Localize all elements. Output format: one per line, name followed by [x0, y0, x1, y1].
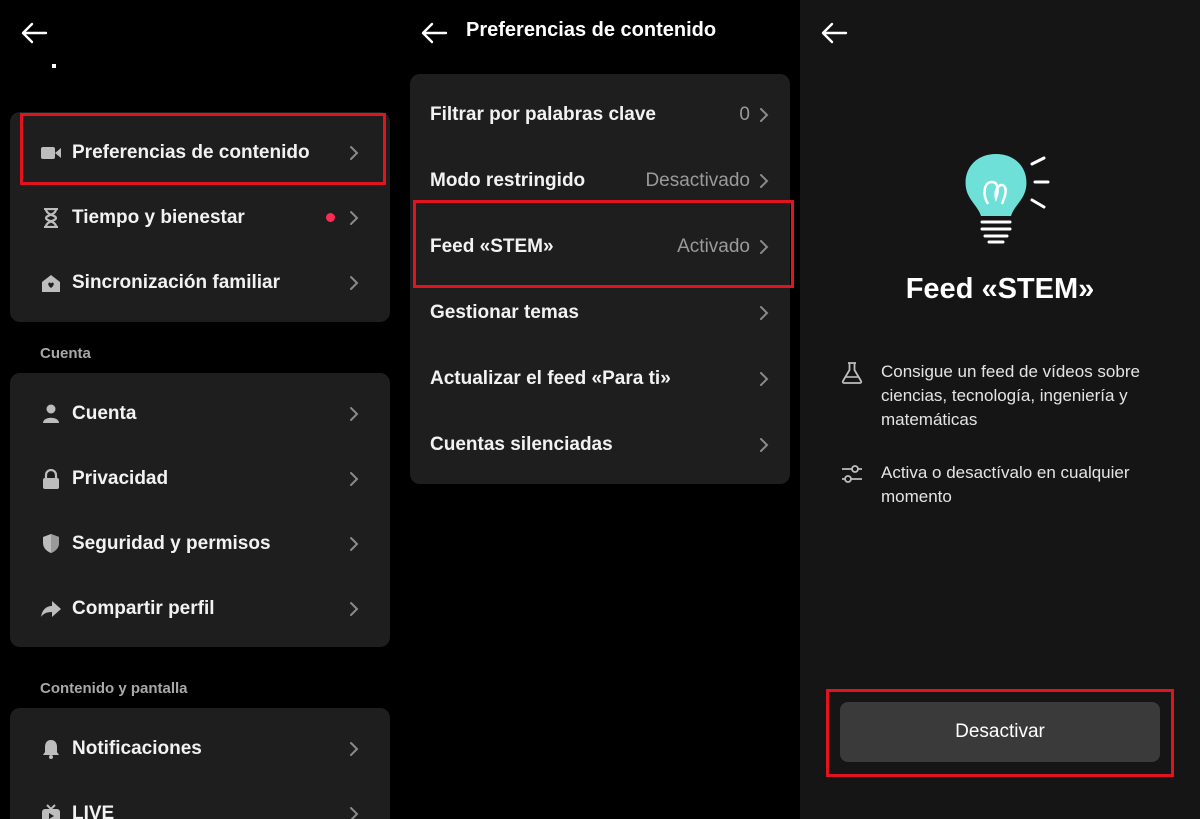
chevron-right-icon — [760, 438, 769, 452]
menu-item-account[interactable]: Cuenta — [10, 381, 390, 446]
menu-item-label: Seguridad y permisos — [72, 532, 271, 554]
menu-item-restricted-mode[interactable]: Modo restringido Desactivado — [410, 148, 790, 214]
menu-item-label: Tiempo y bienestar — [72, 206, 245, 228]
hourglass-icon — [40, 207, 62, 229]
lock-icon — [40, 468, 62, 490]
menu-item-value: 0 — [739, 104, 750, 125]
menu-item-label: Notificaciones — [72, 737, 202, 759]
tv-icon — [40, 803, 62, 819]
menu-item-label: Sincronización familiar — [72, 271, 280, 293]
menu-item-value: Desactivado — [645, 170, 750, 191]
menu-item-manage-topics[interactable]: Gestionar temas — [410, 280, 790, 346]
menu-item-muted-accounts[interactable]: Cuentas silenciadas — [410, 412, 790, 478]
back-arrow-icon[interactable] — [420, 18, 450, 48]
chevron-right-icon — [350, 275, 359, 290]
home-heart-icon — [40, 272, 62, 294]
menu-item-label: LIVE — [72, 802, 115, 819]
menu-item-notifications[interactable]: Notificaciones — [10, 716, 390, 781]
content-preferences-card: Filtrar por palabras clave 0 Modo restri… — [410, 74, 790, 484]
flask-icon — [841, 362, 863, 384]
shield-icon — [40, 533, 62, 555]
dot-mark — [52, 64, 56, 68]
menu-item-family-pairing[interactable]: Sincronización familiar — [10, 250, 390, 315]
video-camera-icon — [40, 142, 62, 164]
content-display-card: Notificaciones LIVE — [10, 708, 390, 819]
stem-feed-panel: Feed «STEM» Consigue un feed de vídeos s… — [800, 0, 1200, 819]
notification-dot — [326, 213, 335, 222]
section-header-content-display: Contenido y pantalla — [40, 680, 188, 697]
menu-item-live[interactable]: LIVE — [10, 781, 390, 819]
chevron-right-icon — [350, 471, 359, 486]
lightbulb-icon — [965, 154, 1050, 244]
chevron-right-icon — [350, 601, 359, 616]
menu-item-label: Modo restringido — [430, 170, 586, 191]
menu-item-security[interactable]: Seguridad y permisos — [10, 511, 390, 576]
chevron-right-icon — [350, 536, 359, 551]
deactivate-button[interactable]: Desactivar — [840, 702, 1160, 762]
settings-panel: Preferencias de contenido Tiempo y biene… — [0, 0, 400, 819]
chevron-right-icon — [350, 145, 359, 160]
menu-item-label: Privacidad — [72, 467, 169, 489]
menu-item-label: Feed «STEM» — [430, 236, 554, 257]
content-preferences-panel: Preferencias de contenido Filtrar por pa… — [400, 0, 800, 819]
menu-item-content-preferences[interactable]: Preferencias de contenido — [10, 120, 390, 185]
sliders-icon — [842, 465, 862, 483]
account-card: Cuenta Privacidad Seguridad y permisos C… — [10, 373, 390, 647]
menu-item-value: Activado — [677, 236, 750, 257]
menu-item-stem-feed[interactable]: Feed «STEM» Activado — [410, 214, 790, 280]
content-settings-card: Preferencias de contenido Tiempo y biene… — [10, 112, 390, 322]
chevron-right-icon — [350, 406, 359, 421]
chevron-right-icon — [760, 240, 769, 254]
chevron-right-icon — [760, 306, 769, 320]
back-arrow-icon[interactable] — [820, 18, 850, 48]
section-header-account: Cuenta — [40, 345, 91, 362]
menu-item-label: Compartir perfil — [72, 597, 215, 619]
info-text-toggle: Activa o desactívalo en cualquier moment… — [881, 463, 1130, 506]
menu-item-label: Filtrar por palabras clave — [430, 104, 656, 125]
chevron-right-icon — [350, 806, 359, 819]
info-text-stem: Consigue un feed de vídeos sobre ciencia… — [881, 362, 1140, 429]
menu-item-privacy[interactable]: Privacidad — [10, 446, 390, 511]
chevron-right-icon — [760, 372, 769, 386]
menu-item-label: Actualizar el feed «Para ti» — [430, 368, 671, 389]
menu-item-refresh-for-you-feed[interactable]: Actualizar el feed «Para ti» — [410, 346, 790, 412]
feature-title: Feed «STEM» — [905, 273, 1095, 305]
person-icon — [40, 403, 62, 425]
menu-item-share-profile[interactable]: Compartir perfil — [10, 576, 390, 641]
chevron-right-icon — [760, 108, 769, 122]
menu-item-label: Cuenta — [72, 402, 137, 424]
menu-item-label: Preferencias de contenido — [72, 141, 310, 163]
chevron-right-icon — [350, 210, 359, 225]
chevron-right-icon — [760, 174, 769, 188]
menu-item-keyword-filter[interactable]: Filtrar por palabras clave 0 — [410, 82, 790, 148]
bell-icon — [40, 738, 62, 760]
chevron-right-icon — [350, 741, 359, 756]
share-arrow-icon — [40, 598, 62, 620]
back-arrow-icon[interactable] — [20, 18, 50, 48]
menu-item-label: Cuentas silenciadas — [430, 434, 613, 455]
menu-item-label: Gestionar temas — [430, 302, 579, 323]
page-title: Preferencias de contenido — [466, 19, 717, 41]
menu-item-time-wellbeing[interactable]: Tiempo y bienestar — [10, 185, 390, 250]
